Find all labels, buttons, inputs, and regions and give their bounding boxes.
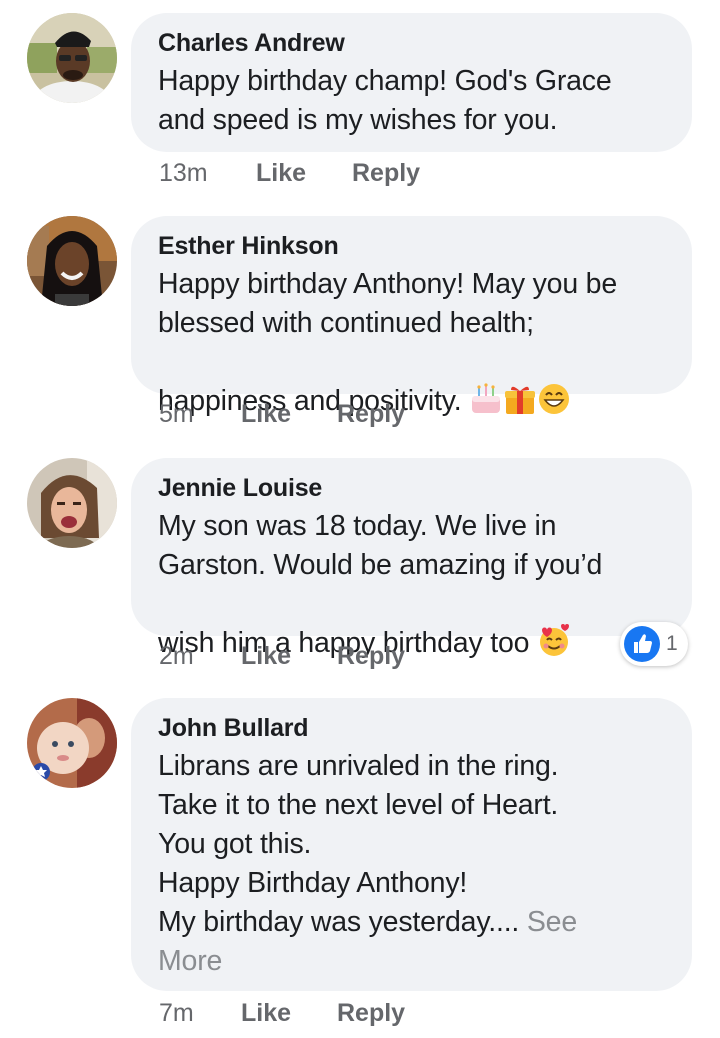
comment-author[interactable]: John Bullard: [158, 713, 672, 743]
reply-button[interactable]: Reply: [352, 158, 420, 188]
comment-bubble: Charles Andrew Happy birthday champ! God…: [131, 13, 692, 152]
like-button[interactable]: Like: [241, 641, 291, 671]
reply-button[interactable]: Reply: [337, 399, 405, 429]
comment-author[interactable]: Esther Hinkson: [158, 231, 672, 261]
comment-timestamp[interactable]: 5m: [159, 399, 194, 429]
comment-text-body: Librans are unrivaled in the ring. Take …: [158, 750, 559, 938]
avatar[interactable]: [27, 13, 117, 103]
comment-text: My son was 18 today. We live in Garston.…: [158, 507, 672, 663]
comment-text: Happy birthday champ! God's Grace and sp…: [158, 65, 612, 136]
comment-text: Librans are unrivaled in the ring. Take …: [158, 747, 672, 981]
smiling-face-with-hearts-icon: [537, 585, 571, 656]
reaction-count-badge[interactable]: 1: [620, 622, 688, 666]
like-button[interactable]: Like: [241, 399, 291, 429]
comment-author[interactable]: Charles Andrew: [158, 28, 672, 58]
comment-author[interactable]: Jennie Louise: [158, 473, 672, 503]
comment-text-body: My son was 18 today. We live in Garston.…: [158, 510, 603, 659]
like-icon: [624, 626, 660, 662]
comment-timestamp[interactable]: 13m: [159, 158, 208, 188]
reply-button[interactable]: Reply: [337, 998, 405, 1028]
comment-bubble: Esther Hinkson Happy birthday Anthony! M…: [131, 216, 692, 417]
avatar[interactable]: [27, 698, 117, 788]
birthday-cake-icon: [469, 343, 503, 413]
avatar[interactable]: [27, 216, 117, 306]
comment-text: Happy birthday Anthony! May you be bless…: [158, 265, 672, 421]
comment-timestamp[interactable]: 7m: [159, 998, 194, 1028]
like-button[interactable]: Like: [241, 998, 291, 1028]
like-button[interactable]: Like: [256, 158, 306, 188]
comment-bubble: John Bullard Librans are unrivaled in th…: [131, 698, 692, 991]
grinning-face-icon: [537, 343, 571, 414]
wrapped-gift-icon: [503, 343, 537, 414]
reply-button[interactable]: Reply: [337, 641, 405, 671]
comment-bubble: Jennie Louise My son was 18 today. We li…: [131, 458, 692, 659]
reaction-count: 1: [666, 632, 678, 655]
comment-timestamp[interactable]: 2m: [159, 641, 194, 671]
avatar[interactable]: [27, 458, 117, 548]
